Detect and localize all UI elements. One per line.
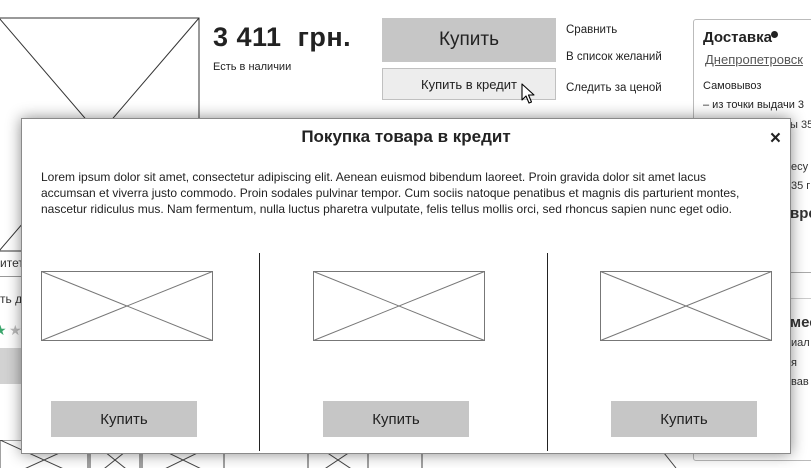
star-icon: ★ xyxy=(9,322,22,338)
left-gray-strip xyxy=(0,348,22,384)
left-divider xyxy=(0,276,22,277)
delivery-fragment: 35 г xyxy=(791,180,811,192)
price-watch-link[interactable]: Следить за ценой xyxy=(566,82,662,94)
star-icon: ★ xyxy=(0,322,7,338)
image-placeholder-icon xyxy=(600,271,772,341)
column-divider xyxy=(547,253,548,451)
modal-description: Lorem ipsum dolor sit amet, consectetur … xyxy=(41,170,740,216)
delivery-divider xyxy=(790,298,811,299)
delivery-fragment: вав xyxy=(791,376,809,388)
info-icon[interactable] xyxy=(771,31,778,38)
pickup-point-text: – из точки выдачи 3 xyxy=(703,99,805,111)
availability-status: Есть в наличии xyxy=(213,61,292,73)
city-select[interactable]: Днепропетровск xyxy=(705,52,803,67)
delivery-fragment: ы 35 xyxy=(790,119,811,131)
delivery-fragment: иал xyxy=(791,337,810,349)
credit-purchase-modal: Покупка товара в кредит × Lorem ipsum do… xyxy=(21,118,791,454)
offer-buy-button[interactable]: Купить xyxy=(51,401,197,437)
column-divider xyxy=(259,253,260,451)
image-placeholder-icon xyxy=(41,271,213,341)
delivery-divider xyxy=(790,272,811,273)
modal-title: Покупка товара в кредит xyxy=(301,127,511,146)
left-fragment-2: ть д xyxy=(0,292,23,306)
offer-buy-button[interactable]: Купить xyxy=(611,401,757,437)
buy-button[interactable]: Купить xyxy=(382,18,556,62)
image-placeholder-icon xyxy=(313,271,485,341)
wishlist-link[interactable]: В список желаний xyxy=(566,51,662,63)
close-icon[interactable]: × xyxy=(770,128,781,150)
product-price: 3 411 грн. xyxy=(213,22,352,52)
offer-buy-button[interactable]: Купить xyxy=(323,401,469,437)
delivery-fragment: есу xyxy=(791,161,809,173)
compare-link[interactable]: Сравнить xyxy=(566,24,617,36)
pickup-label: Самовывоз xyxy=(703,80,762,92)
delivery-fragment: мес xyxy=(790,314,811,331)
delivery-fragment: я xyxy=(791,357,797,369)
delivery-title: Доставка xyxy=(703,29,772,46)
mouse-pointer-icon xyxy=(521,83,535,104)
delivery-fragment: вре xyxy=(790,205,811,222)
